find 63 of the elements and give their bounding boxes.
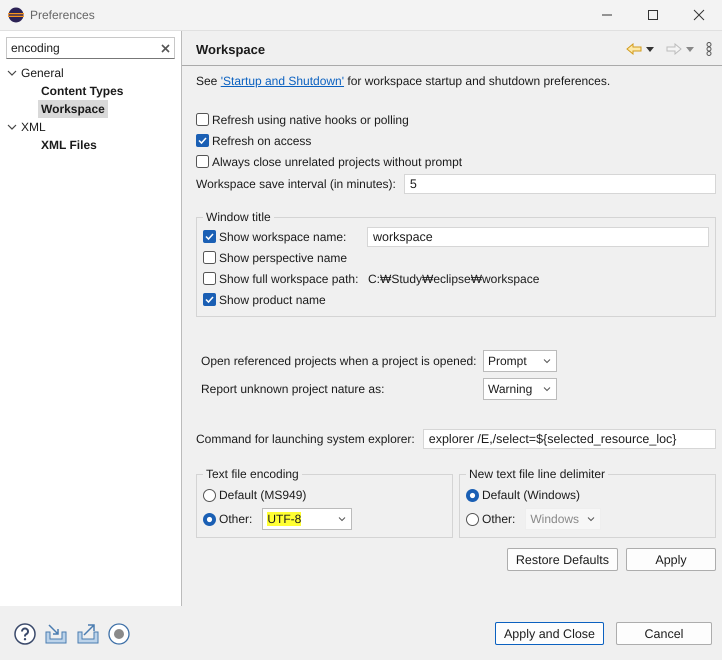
- radio-label: Other:: [219, 512, 252, 526]
- chevron-down-icon: [586, 514, 596, 524]
- filter-text: encoding: [11, 41, 61, 55]
- checkbox[interactable]: [203, 230, 216, 243]
- tree-item[interactable]: XML Files: [38, 136, 100, 154]
- chevron-down-icon: [337, 514, 348, 524]
- radio-label: Other:: [482, 512, 516, 526]
- checkbox-label: Show full workspace path:: [219, 272, 359, 286]
- field-label: Open referenced projects when a project is opened:: [201, 354, 478, 368]
- workspace-name-field[interactable]: workspace: [367, 226, 709, 246]
- field-label: Workspace save interval (in minutes):: [196, 177, 396, 191]
- checkbox-label: Show product name: [219, 292, 326, 306]
- field-label: Report unknown project nature as:: [201, 382, 386, 396]
- checkbox-label: Refresh on access: [212, 134, 312, 148]
- checkbox[interactable]: [203, 272, 216, 285]
- chevron-down-icon: [542, 356, 552, 366]
- checkbox[interactable]: [203, 251, 216, 264]
- help-icon[interactable]: [14, 622, 36, 644]
- window-title: Preferences: [30, 8, 95, 22]
- startup-link[interactable]: 'Startup and Shutdown': [220, 74, 344, 88]
- export-icon[interactable]: [76, 624, 100, 644]
- intro-text: See 'Startup and Shutdown' for workspace startup and shutdown preferences.: [196, 74, 612, 88]
- app-icon: [8, 7, 24, 23]
- group-title: Window title: [205, 210, 272, 224]
- dropdown[interactable]: Prompt: [483, 350, 557, 372]
- checkbox[interactable]: [196, 155, 209, 168]
- filter-field[interactable]: encoding: [6, 37, 175, 59]
- path-text: C:₩Study₩eclipse₩workspace: [368, 272, 540, 286]
- tree-item[interactable]: XML: [21, 120, 46, 134]
- more-icon[interactable]: [706, 42, 712, 56]
- tree-item[interactable]: Workspace: [38, 100, 108, 118]
- command-field[interactable]: explorer /E,/select=${selected_resource_loc}: [422, 429, 716, 449]
- radio-label: Default (Windows): [482, 488, 580, 502]
- checkbox-label: Refresh using native hooks or polling: [212, 112, 409, 126]
- checkbox[interactable]: [196, 134, 209, 147]
- import-icon[interactable]: [44, 624, 68, 644]
- interval-field[interactable]: 5: [404, 174, 716, 194]
- radio-button[interactable]: [466, 488, 479, 502]
- checkbox[interactable]: [196, 113, 209, 126]
- chevron-down-icon: [542, 384, 552, 394]
- page-title: Workspace: [196, 42, 266, 56]
- dropdown[interactable]: Warning: [483, 378, 557, 400]
- checkbox-label: Show perspective name: [219, 250, 348, 264]
- dialog-button[interactable]: Cancel: [616, 622, 712, 645]
- dialog-button[interactable]: Apply and Close: [494, 622, 604, 645]
- group-title: Text file encoding: [205, 467, 300, 481]
- checkbox-label: Show workspace name:: [219, 230, 348, 244]
- page-button[interactable]: Apply: [626, 548, 716, 571]
- radio-button[interactable]: [203, 488, 216, 502]
- radio-button[interactable]: [203, 512, 216, 526]
- tree-item[interactable]: Content Types: [38, 82, 126, 100]
- dropdown-arrow-icon[interactable]: [646, 46, 654, 52]
- radio-button[interactable]: [466, 512, 479, 526]
- checkbox[interactable]: [203, 293, 216, 306]
- dropdown[interactable]: UTF-8: [262, 508, 352, 530]
- group-title: New text file line delimiter: [468, 467, 606, 481]
- radio-label: Default (MS949): [219, 488, 306, 502]
- clear-icon[interactable]: [161, 44, 170, 52]
- record-icon[interactable]: [108, 622, 130, 644]
- field-label: Command for launching system explorer:: [196, 432, 415, 446]
- page-button[interactable]: Restore Defaults: [506, 548, 618, 571]
- checkbox-label: Always close unrelated projects without prompt: [212, 154, 462, 168]
- tree-item[interactable]: General: [21, 66, 64, 80]
